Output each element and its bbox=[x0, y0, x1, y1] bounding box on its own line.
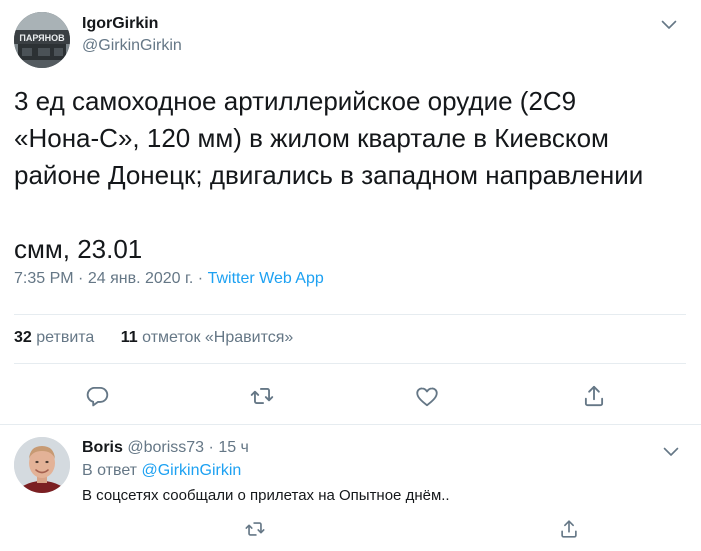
reply-header: Boris @boriss73 · 15 ч bbox=[82, 439, 249, 457]
reply-text: В соцсетях сообщали о прилетах на Опытно… bbox=[82, 487, 450, 504]
author-name[interactable]: IgorGirkin bbox=[82, 15, 158, 33]
like-count: 11 bbox=[120, 329, 138, 346]
svg-text:ПАРЯНОВ: ПАРЯНОВ bbox=[19, 33, 65, 43]
author-avatar[interactable]: ПАРЯНОВ bbox=[14, 12, 70, 68]
meta-separator: · bbox=[208, 439, 214, 456]
divider bbox=[14, 363, 686, 364]
thread-separator bbox=[0, 424, 701, 425]
heart-icon[interactable] bbox=[414, 383, 440, 409]
tweet-text-line: смм, 23.01 bbox=[14, 234, 143, 264]
chevron-down-icon[interactable] bbox=[661, 17, 677, 29]
divider bbox=[14, 314, 686, 315]
tweet-time[interactable]: 7:35 PM bbox=[14, 270, 74, 287]
reply-to-prefix: В ответ bbox=[82, 462, 138, 479]
tweet-text-line: «Нона-С», 120 мм) в жилом квартале в Кие… bbox=[14, 123, 609, 153]
likes-stat[interactable]: 11 отметок «Нравится» bbox=[121, 329, 294, 347]
retweet-label: ретвита bbox=[36, 329, 95, 346]
tweet-stats: 32 ретвита 11 отметок «Нравится» bbox=[14, 329, 315, 347]
tweet-date[interactable]: 24 янв. 2020 г. bbox=[88, 270, 194, 287]
retweets-stat[interactable]: 32 ретвита bbox=[14, 329, 94, 347]
reply-to-line: В ответ @GirkinGirkin bbox=[82, 462, 241, 480]
reply-icon[interactable] bbox=[84, 383, 110, 409]
share-icon[interactable] bbox=[581, 383, 607, 409]
tweet-meta: 7:35 PM · 24 янв. 2020 г. · Twitter Web … bbox=[14, 270, 324, 288]
retweet-count: 32 bbox=[14, 329, 32, 346]
reply-author-name[interactable]: Boris bbox=[82, 439, 123, 456]
tweet-text: 3 ед самоходное артиллерийское орудие (2… bbox=[14, 83, 684, 268]
meta-separator: · bbox=[78, 270, 84, 287]
reply-author-handle[interactable]: @boriss73 bbox=[127, 439, 204, 456]
main-tweet: ПАРЯНОВ IgorGirkin @GirkinGirkin 3 ед са… bbox=[0, 0, 701, 424]
reply-time[interactable]: 15 ч bbox=[218, 439, 249, 456]
author-handle[interactable]: @GirkinGirkin bbox=[82, 37, 182, 55]
reply-to-mention[interactable]: @GirkinGirkin bbox=[141, 462, 241, 479]
chevron-down-icon[interactable] bbox=[663, 444, 679, 456]
share-icon[interactable] bbox=[558, 518, 580, 540]
tweet-text-line: 3 ед самоходное артиллерийское орудие (2… bbox=[14, 86, 577, 116]
like-label: отметок «Нравится» bbox=[142, 329, 294, 346]
reply-author-avatar[interactable] bbox=[14, 437, 70, 493]
meta-separator: · bbox=[197, 270, 204, 287]
retweet-icon[interactable] bbox=[249, 383, 275, 409]
tweet-text-line: районе Донецк; двигались в западном напр… bbox=[14, 160, 644, 190]
retweet-icon[interactable] bbox=[244, 518, 266, 540]
tweet-source-link[interactable]: Twitter Web App bbox=[208, 270, 324, 287]
